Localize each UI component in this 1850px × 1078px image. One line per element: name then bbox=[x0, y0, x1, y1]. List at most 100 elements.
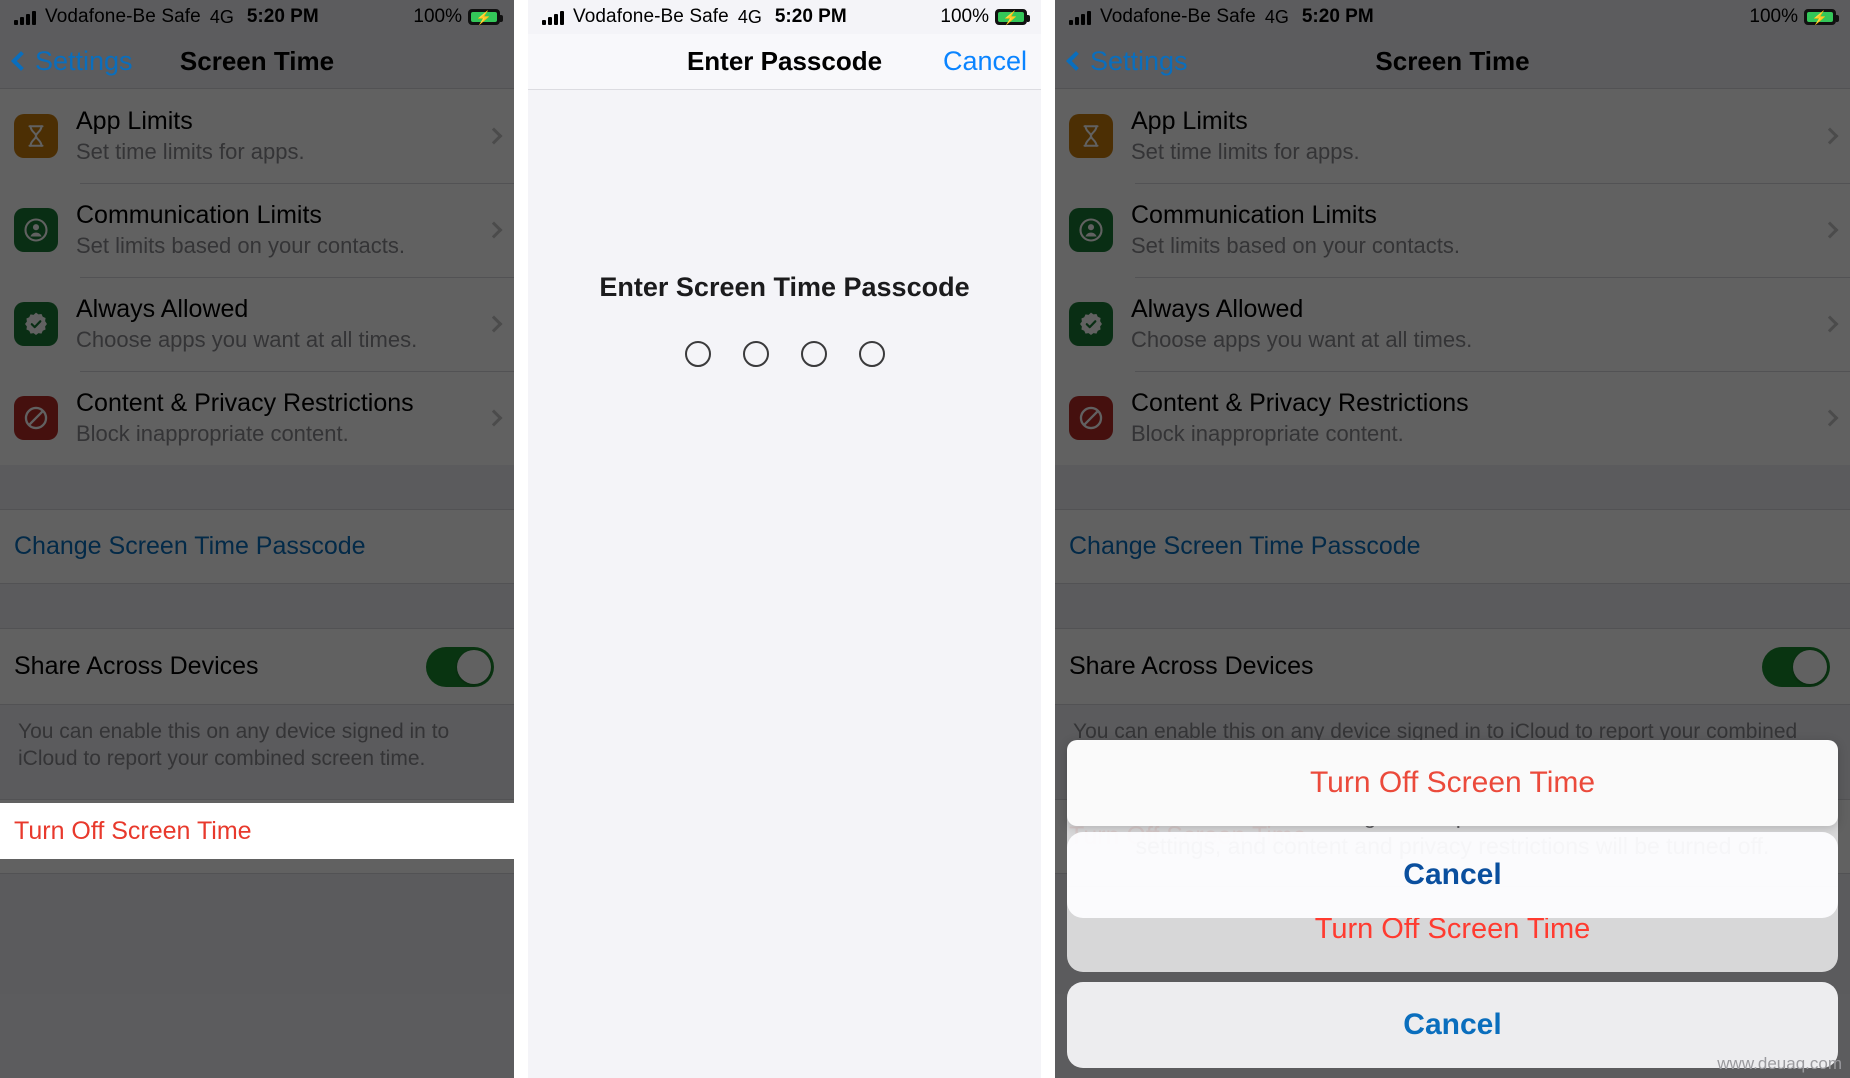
screenshot-stage: Vodafone-Be Safe 4G 5:20 PM 100% ⚡ Setti… bbox=[0, 0, 1850, 1078]
share-across-devices-row[interactable]: Share Across Devices bbox=[0, 628, 514, 704]
chevron-right-icon bbox=[1821, 315, 1839, 333]
list-item-subtitle: Choose apps you want at all times. bbox=[76, 327, 418, 353]
carrier-label: Vodafone-Be Safe bbox=[573, 6, 729, 27]
settings-group-limits: App Limits Set time limits for apps. Com… bbox=[1055, 88, 1850, 465]
passcode-prompt: Enter Screen Time Passcode bbox=[599, 272, 970, 302]
battery-charging-icon: ⚡ bbox=[468, 9, 503, 25]
no-entry-icon bbox=[1069, 396, 1113, 440]
share-across-devices-label: Share Across Devices bbox=[1069, 652, 1314, 680]
cancel-button[interactable]: Cancel bbox=[943, 46, 1027, 77]
list-item-subtitle: Block inappropriate content. bbox=[1131, 421, 1404, 447]
status-bar-right: 100% ⚡ bbox=[940, 6, 1030, 28]
signal-bars-icon bbox=[14, 10, 36, 25]
bottom-filler bbox=[0, 873, 514, 994]
list-item-title: Content & Privacy Restrictions bbox=[76, 389, 414, 418]
list-item-title: App Limits bbox=[1131, 107, 1248, 136]
chevron-right-icon bbox=[485, 127, 503, 145]
site-watermark: www.deuaq.com bbox=[1717, 1054, 1842, 1073]
checkmark-seal-icon bbox=[1069, 302, 1113, 346]
chevron-right-icon bbox=[485, 221, 503, 239]
list-item-texts: Always Allowed Choose apps you want at a… bbox=[1131, 295, 1472, 352]
carrier-label: Vodafone-Be Safe bbox=[45, 6, 201, 27]
back-button-settings[interactable]: Settings bbox=[11, 45, 133, 77]
list-item-title: Communication Limits bbox=[76, 201, 322, 230]
list-item-texts: App Limits Set time limits for apps. bbox=[1131, 107, 1360, 164]
passcode-dot-4 bbox=[858, 341, 885, 367]
list-item-title: Content & Privacy Restrictions bbox=[1131, 389, 1469, 418]
share-across-devices-toggle[interactable] bbox=[426, 646, 494, 687]
carrier-label: Vodafone-Be Safe bbox=[1100, 6, 1256, 27]
list-item-title: Always Allowed bbox=[1131, 295, 1304, 324]
status-bar-left: Vodafone-Be Safe 4G 5:20 PM bbox=[1069, 6, 1374, 28]
list-item-communication-limits[interactable]: Communication Limits Set limits based on… bbox=[1055, 183, 1850, 277]
share-across-devices-label: Share Across Devices bbox=[14, 652, 259, 680]
chevron-right-icon bbox=[485, 315, 503, 333]
network-type-label: 4G bbox=[209, 6, 234, 27]
turn-off-screen-time-label: Turn Off Screen Time bbox=[14, 817, 252, 845]
network-type-label: 4G bbox=[1264, 6, 1289, 27]
panel-divider-1 bbox=[514, 0, 528, 1078]
no-entry-icon bbox=[14, 396, 58, 440]
panel-enter-passcode: Vodafone-Be Safe 4G 5:20 PM 100% ⚡ Enter… bbox=[528, 0, 1041, 1078]
panel-divider-2 bbox=[1041, 0, 1055, 1078]
list-item-app-limits[interactable]: App Limits Set time limits for apps. bbox=[1055, 89, 1850, 183]
list-item-texts: Communication Limits Set limits based on… bbox=[1131, 201, 1460, 258]
navigation-bar: Settings Screen Time bbox=[0, 34, 514, 88]
signal-bars-icon bbox=[542, 10, 564, 25]
status-bar-left: Vodafone-Be Safe 4G 5:20 PM bbox=[14, 6, 319, 28]
hourglass-icon bbox=[14, 114, 58, 158]
battery-percent-label: 100% bbox=[940, 6, 989, 27]
battery-charging-icon: ⚡ bbox=[995, 9, 1030, 25]
network-type-label: 4G bbox=[737, 6, 762, 27]
back-button-label: Settings bbox=[35, 45, 133, 76]
list-item-texts: Content & Privacy Restrictions Block ina… bbox=[76, 389, 414, 446]
battery-charging-icon: ⚡ bbox=[1804, 9, 1839, 25]
chevron-right-icon bbox=[485, 409, 503, 427]
cancel-highlight-button[interactable]: Cancel bbox=[1067, 832, 1838, 918]
list-item-texts: Communication Limits Set limits based on… bbox=[76, 201, 405, 258]
status-bar-left: Vodafone-Be Safe 4G 5:20 PM bbox=[542, 6, 847, 28]
turn-off-screen-time-highlight-button[interactable]: Turn Off Screen Time bbox=[1067, 740, 1838, 826]
list-item-subtitle: Choose apps you want at all times. bbox=[1131, 327, 1473, 353]
list-item-texts: Content & Privacy Restrictions Block ina… bbox=[1131, 389, 1469, 446]
status-bar-right: 100% ⚡ bbox=[413, 6, 503, 28]
change-screen-time-passcode-button[interactable]: Change Screen Time Passcode bbox=[1055, 509, 1850, 584]
share-across-devices-footnote: You can enable this on any device signed… bbox=[0, 704, 514, 799]
back-button-settings[interactable]: Settings bbox=[1066, 45, 1188, 77]
settings-group-limits: App Limits Set time limits for apps. Com… bbox=[0, 88, 514, 465]
passcode-dots[interactable] bbox=[684, 341, 885, 367]
status-bar: Vodafone-Be Safe 4G 5:20 PM 100% ⚡ bbox=[528, 0, 1041, 34]
list-item-title: App Limits bbox=[76, 107, 193, 136]
list-item-title: Always Allowed bbox=[76, 295, 249, 324]
passcode-dot-3 bbox=[800, 341, 827, 367]
list-item-texts: Always Allowed Choose apps you want at a… bbox=[76, 295, 417, 352]
clock-label: 5:20 PM bbox=[246, 6, 319, 27]
list-item-always-allowed[interactable]: Always Allowed Choose apps you want at a… bbox=[0, 277, 514, 371]
passcode-dot-2 bbox=[742, 341, 769, 367]
chevron-left-icon bbox=[1066, 51, 1086, 71]
chevron-right-icon bbox=[1821, 409, 1839, 427]
group-spacer bbox=[1055, 465, 1850, 509]
group-spacer bbox=[0, 465, 514, 509]
group-spacer bbox=[0, 584, 514, 628]
list-item-subtitle: Set limits based on your contacts. bbox=[76, 233, 405, 259]
person-circle-icon bbox=[1069, 208, 1113, 252]
chevron-right-icon bbox=[1821, 127, 1839, 145]
list-item-content-privacy-restrictions[interactable]: Content & Privacy Restrictions Block ina… bbox=[0, 371, 514, 465]
battery-percent-label: 100% bbox=[413, 6, 462, 27]
passcode-navigation-bar: Enter Passcode Cancel bbox=[528, 34, 1041, 90]
battery-percent-label: 100% bbox=[1749, 6, 1798, 27]
back-button-label: Settings bbox=[1090, 45, 1188, 76]
hourglass-icon bbox=[1069, 114, 1113, 158]
list-item-content-privacy-restrictions[interactable]: Content & Privacy Restrictions Block ina… bbox=[1055, 371, 1850, 465]
list-item-communication-limits[interactable]: Communication Limits Set limits based on… bbox=[0, 183, 514, 277]
status-bar-right: 100% ⚡ bbox=[1749, 6, 1839, 28]
checkmark-seal-icon bbox=[14, 302, 58, 346]
change-screen-time-passcode-button[interactable]: Change Screen Time Passcode bbox=[0, 509, 514, 584]
turn-off-screen-time-highlight[interactable]: Turn Off Screen Time bbox=[0, 803, 514, 859]
list-item-app-limits[interactable]: App Limits Set time limits for apps. bbox=[0, 89, 514, 183]
share-across-devices-row[interactable]: Share Across Devices bbox=[1055, 628, 1850, 704]
share-across-devices-toggle[interactable] bbox=[1762, 646, 1830, 687]
list-item-always-allowed[interactable]: Always Allowed Choose apps you want at a… bbox=[1055, 277, 1850, 371]
list-item-subtitle: Set limits based on your contacts. bbox=[1131, 233, 1460, 259]
